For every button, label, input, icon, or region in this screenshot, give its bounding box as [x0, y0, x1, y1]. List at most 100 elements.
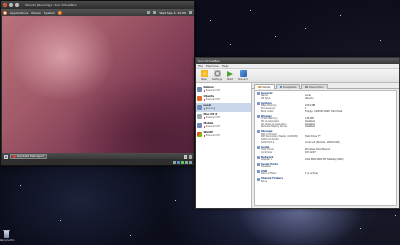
- workspace-switcher-icon[interactable]: [184, 154, 187, 159]
- details-content: General Name Local OS Type Ubuntu System Base …: [254, 90, 397, 206]
- settings-button[interactable]: Settings: [212, 70, 222, 81]
- power-icon[interactable]: [189, 11, 192, 14]
- gear-icon: [213, 70, 221, 77]
- ubuntu-logo-icon[interactable]: [3, 10, 7, 15]
- camera-icon: [279, 85, 282, 89]
- new-button[interactable]: New: [199, 70, 209, 81]
- virtualbox-manager-window[interactable]: Sun VirtualBox File Machine Help New Set…: [195, 57, 400, 209]
- star: [20, 185, 21, 186]
- detail-section: Network Adapter 1 Intel PRO/1000 MT Deskto…: [257, 156, 394, 162]
- discard-icon: [239, 70, 247, 77]
- network-status-icon[interactable]: [181, 160, 184, 164]
- tab-label: Details: [261, 85, 271, 89]
- detail-key: Boot Order: [261, 109, 274, 113]
- detail-section: Audio Host Driver Windows DirectSound Contr…: [257, 146, 394, 155]
- detail-section: Shared Folders None: [257, 177, 394, 183]
- vbm-title: Sun VirtualBox: [198, 59, 221, 63]
- menu-applications[interactable]: Applications: [10, 11, 28, 15]
- vm-window-title: Ubuntu [Running] - Sun VirtualBox: [25, 3, 77, 7]
- star: [210, 20, 211, 21]
- vbm-toolbar: New Settings Start Discard: [196, 69, 399, 83]
- detail-key: Device Filters: [261, 172, 277, 176]
- start-button[interactable]: Start: [225, 70, 235, 81]
- vm-state: Powered Off: [203, 89, 220, 92]
- vm-list-item[interactable]: Mac OS X Powered Off: [196, 112, 251, 121]
- menu-file[interactable]: File: [198, 64, 203, 68]
- detail-row: Device Filters 1 (1 active): [257, 173, 394, 176]
- vm-list-item[interactable]: Ubuntu Powered Off: [196, 94, 251, 103]
- volume-icon[interactable]: [153, 11, 157, 14]
- section-icon: [257, 170, 260, 174]
- recycle-bin-can: [4, 231, 9, 238]
- details-tabs: Details Snapshots Description: [252, 83, 399, 89]
- usb-icon[interactable]: [185, 160, 188, 164]
- detail-section: Display Video Memory 128 MB 3D Acceleration…: [257, 115, 394, 129]
- detail-value: Intel PRO/1000 MT Desktop (NAT): [305, 158, 344, 162]
- vm-state-label: Powered Off: [205, 116, 220, 120]
- mac-os-icon: [197, 113, 202, 119]
- menu-system[interactable]: System: [44, 11, 55, 15]
- section-icon: [257, 92, 260, 96]
- vm-status-bar: [1, 159, 194, 165]
- hard-disk-icon[interactable]: [173, 160, 176, 164]
- recycle-bin-icon[interactable]: [3, 229, 10, 238]
- maximize-icon[interactable]: [15, 3, 19, 7]
- detail-row: Disabled: [257, 165, 394, 169]
- menu-machine[interactable]: Machine: [206, 64, 219, 68]
- tab-label: Snapshots: [283, 85, 297, 89]
- star: [250, 10, 251, 11]
- guest-top-panel: Applications Places System Wed Sep 3, 22…: [1, 9, 194, 16]
- section-icon: [257, 163, 260, 167]
- vm-state: Running: [203, 107, 215, 110]
- vm-list-item[interactable]: Debian Powered Off: [196, 85, 251, 94]
- linux-os-icon: [197, 86, 202, 92]
- discard-label: Discard: [238, 78, 248, 81]
- start-label: Start: [226, 77, 234, 81]
- new-label: New: [201, 78, 207, 81]
- detail-value: Disabled: [305, 125, 315, 129]
- detail-row: Remote Display Server Disabled: [257, 126, 394, 129]
- detail-key: OS Type: [261, 97, 271, 100]
- vm-list-item[interactable]: Mobile Powered Off: [196, 121, 251, 130]
- guest-desktop-wallpaper: [2, 16, 194, 153]
- minimize-icon[interactable]: [9, 3, 13, 7]
- update-manager-icon: [13, 155, 16, 158]
- vm-list-item[interactable]: WinXP Powered Off: [196, 130, 251, 139]
- detail-value: Ubuntu: [305, 97, 314, 100]
- star: [360, 228, 361, 229]
- menu-places[interactable]: Places: [31, 11, 41, 15]
- guest-clock[interactable]: Wed Sep 3, 22:06: [159, 11, 186, 15]
- tab-snapshots[interactable]: Snapshots: [275, 84, 301, 89]
- tab-details[interactable]: Details: [254, 84, 275, 89]
- detail-key: Adapter 1: [261, 158, 273, 162]
- menu-help[interactable]: Help: [222, 64, 229, 68]
- vm-list: Debian Powered Off Ubuntu Powered Off Lo…: [196, 83, 252, 208]
- show-desktop-icon[interactable]: [4, 154, 8, 159]
- detail-value: 1 (1 active): [305, 172, 319, 176]
- detail-row: None: [257, 179, 394, 184]
- vm-state: Powered Off: [203, 125, 220, 128]
- detail-value: 1024 MB: [305, 104, 316, 108]
- vm-list-item-selected[interactable]: Local Running: [196, 103, 251, 112]
- detail-value: Host Drive 'F:': [305, 135, 321, 139]
- detail-key: None: [261, 179, 267, 183]
- cd-icon[interactable]: [177, 160, 180, 164]
- section-icon: [257, 102, 260, 106]
- description-tab-icon: [305, 85, 308, 89]
- mouse-integration-icon[interactable]: [189, 160, 192, 164]
- star: [275, 36, 276, 37]
- vm-titlebar[interactable]: × Ubuntu [Running] - Sun VirtualBox: [1, 1, 194, 9]
- tab-description[interactable]: Description: [301, 84, 328, 89]
- vm-window[interactable]: × Ubuntu [Running] - Sun VirtualBox Appl…: [0, 0, 195, 166]
- firefox-icon[interactable]: [58, 10, 63, 15]
- star: [395, 215, 396, 216]
- vm-state: Powered Off: [203, 98, 220, 101]
- detail-key: SATA Port 0: [261, 140, 275, 144]
- guest-trash-icon[interactable]: [189, 154, 192, 159]
- star: [380, 40, 381, 41]
- discard-button[interactable]: Discard: [238, 70, 248, 81]
- vbm-body: Debian Powered Off Ubuntu Powered Off Lo…: [196, 83, 399, 208]
- detail-key: Remote Display Server: [261, 125, 288, 129]
- network-icon[interactable]: [147, 11, 151, 14]
- close-icon[interactable]: ×: [3, 3, 7, 7]
